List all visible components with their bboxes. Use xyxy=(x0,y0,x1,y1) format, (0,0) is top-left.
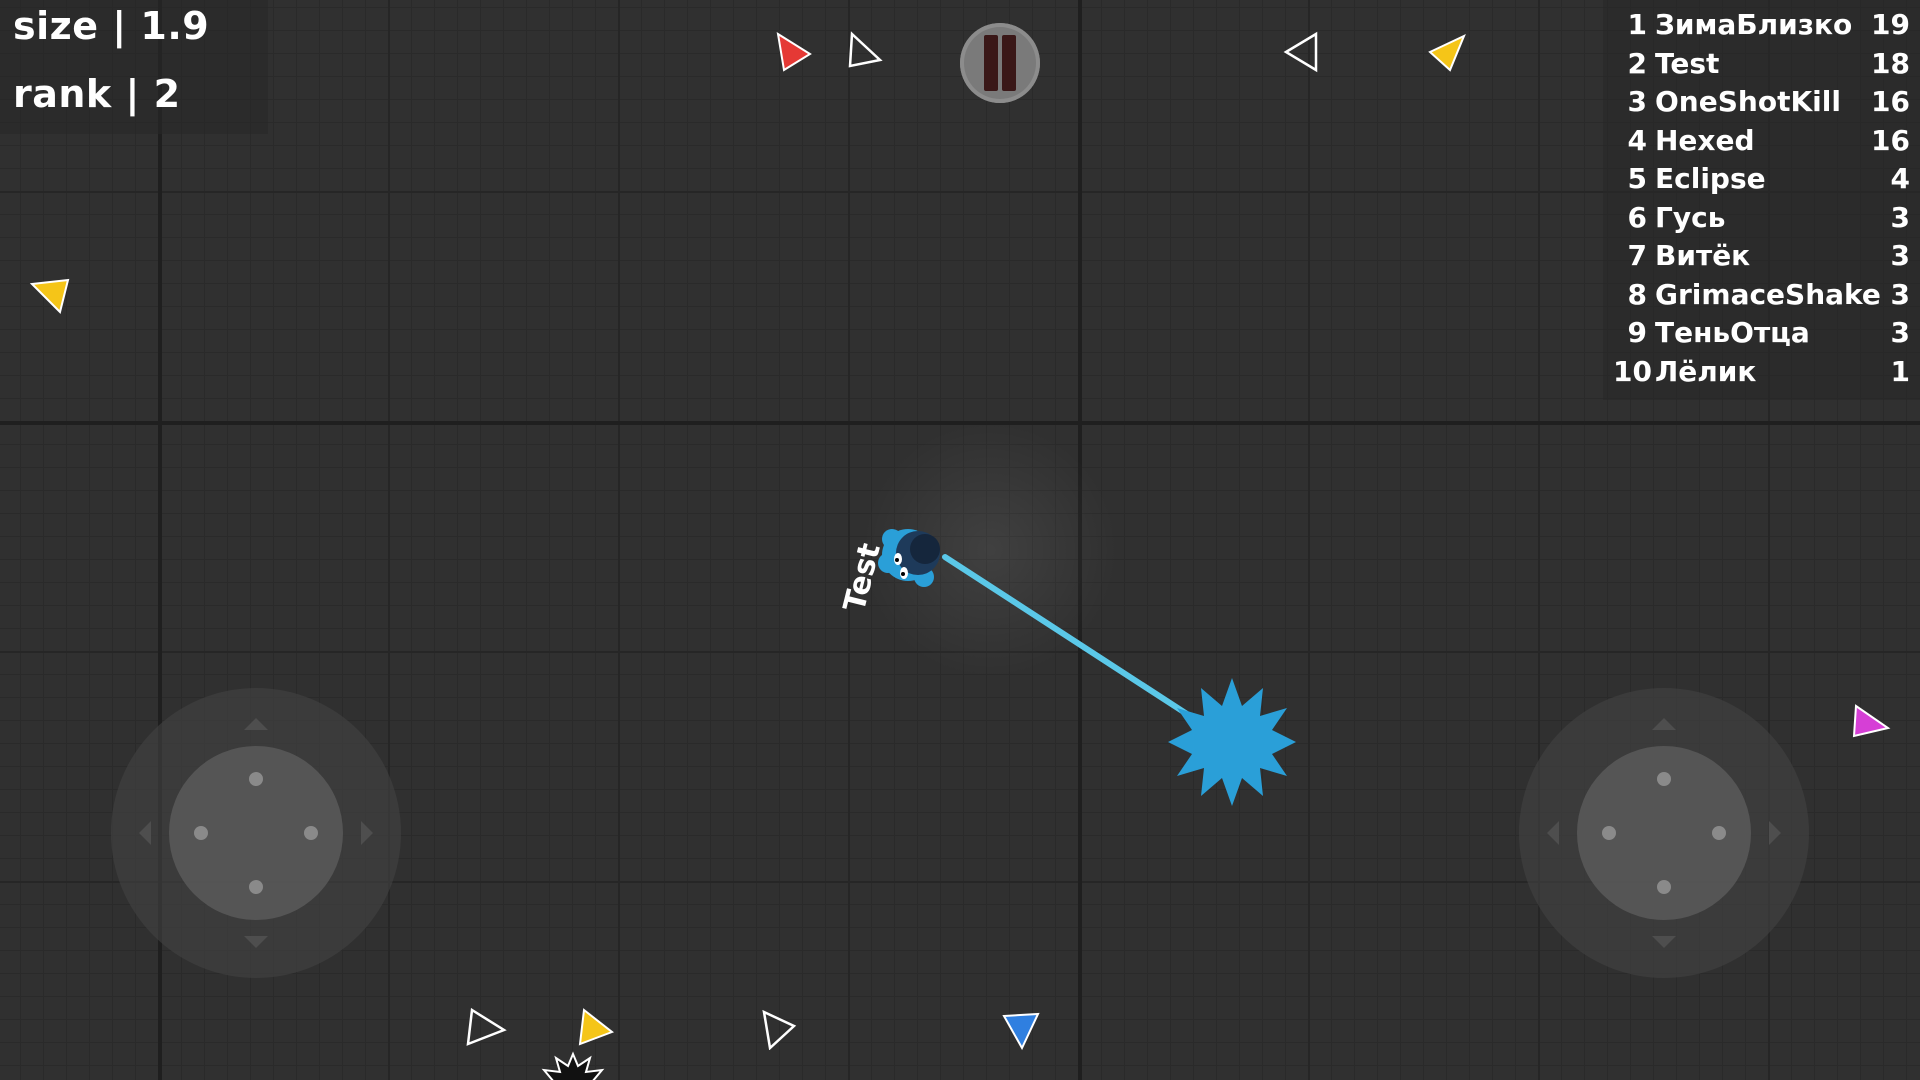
pellet-yellow-triangle[interactable] xyxy=(576,1006,620,1050)
pellet-white-triangle[interactable] xyxy=(758,1006,802,1050)
pellet-yellow-triangle[interactable] xyxy=(28,272,72,316)
pellet-blue-triangle[interactable] xyxy=(1000,1010,1044,1054)
pellet-yellow-triangle[interactable] xyxy=(1426,30,1470,74)
game-canvas[interactable]: size | 1.9 rank | 2 1 ЗимаБлизко 19 2 Test 18… xyxy=(0,0,1920,1080)
pellet-white-triangle[interactable] xyxy=(846,30,890,74)
pellet-white-triangle[interactable] xyxy=(464,1006,508,1050)
pellet-white-triangle[interactable] xyxy=(1282,30,1326,74)
spiked-mace xyxy=(1168,678,1296,806)
enemy-mace xyxy=(541,1051,605,1080)
pellet-magenta-triangle[interactable] xyxy=(1850,702,1894,746)
pellet-red-triangle[interactable] xyxy=(774,30,818,74)
tether-line xyxy=(942,554,1193,719)
